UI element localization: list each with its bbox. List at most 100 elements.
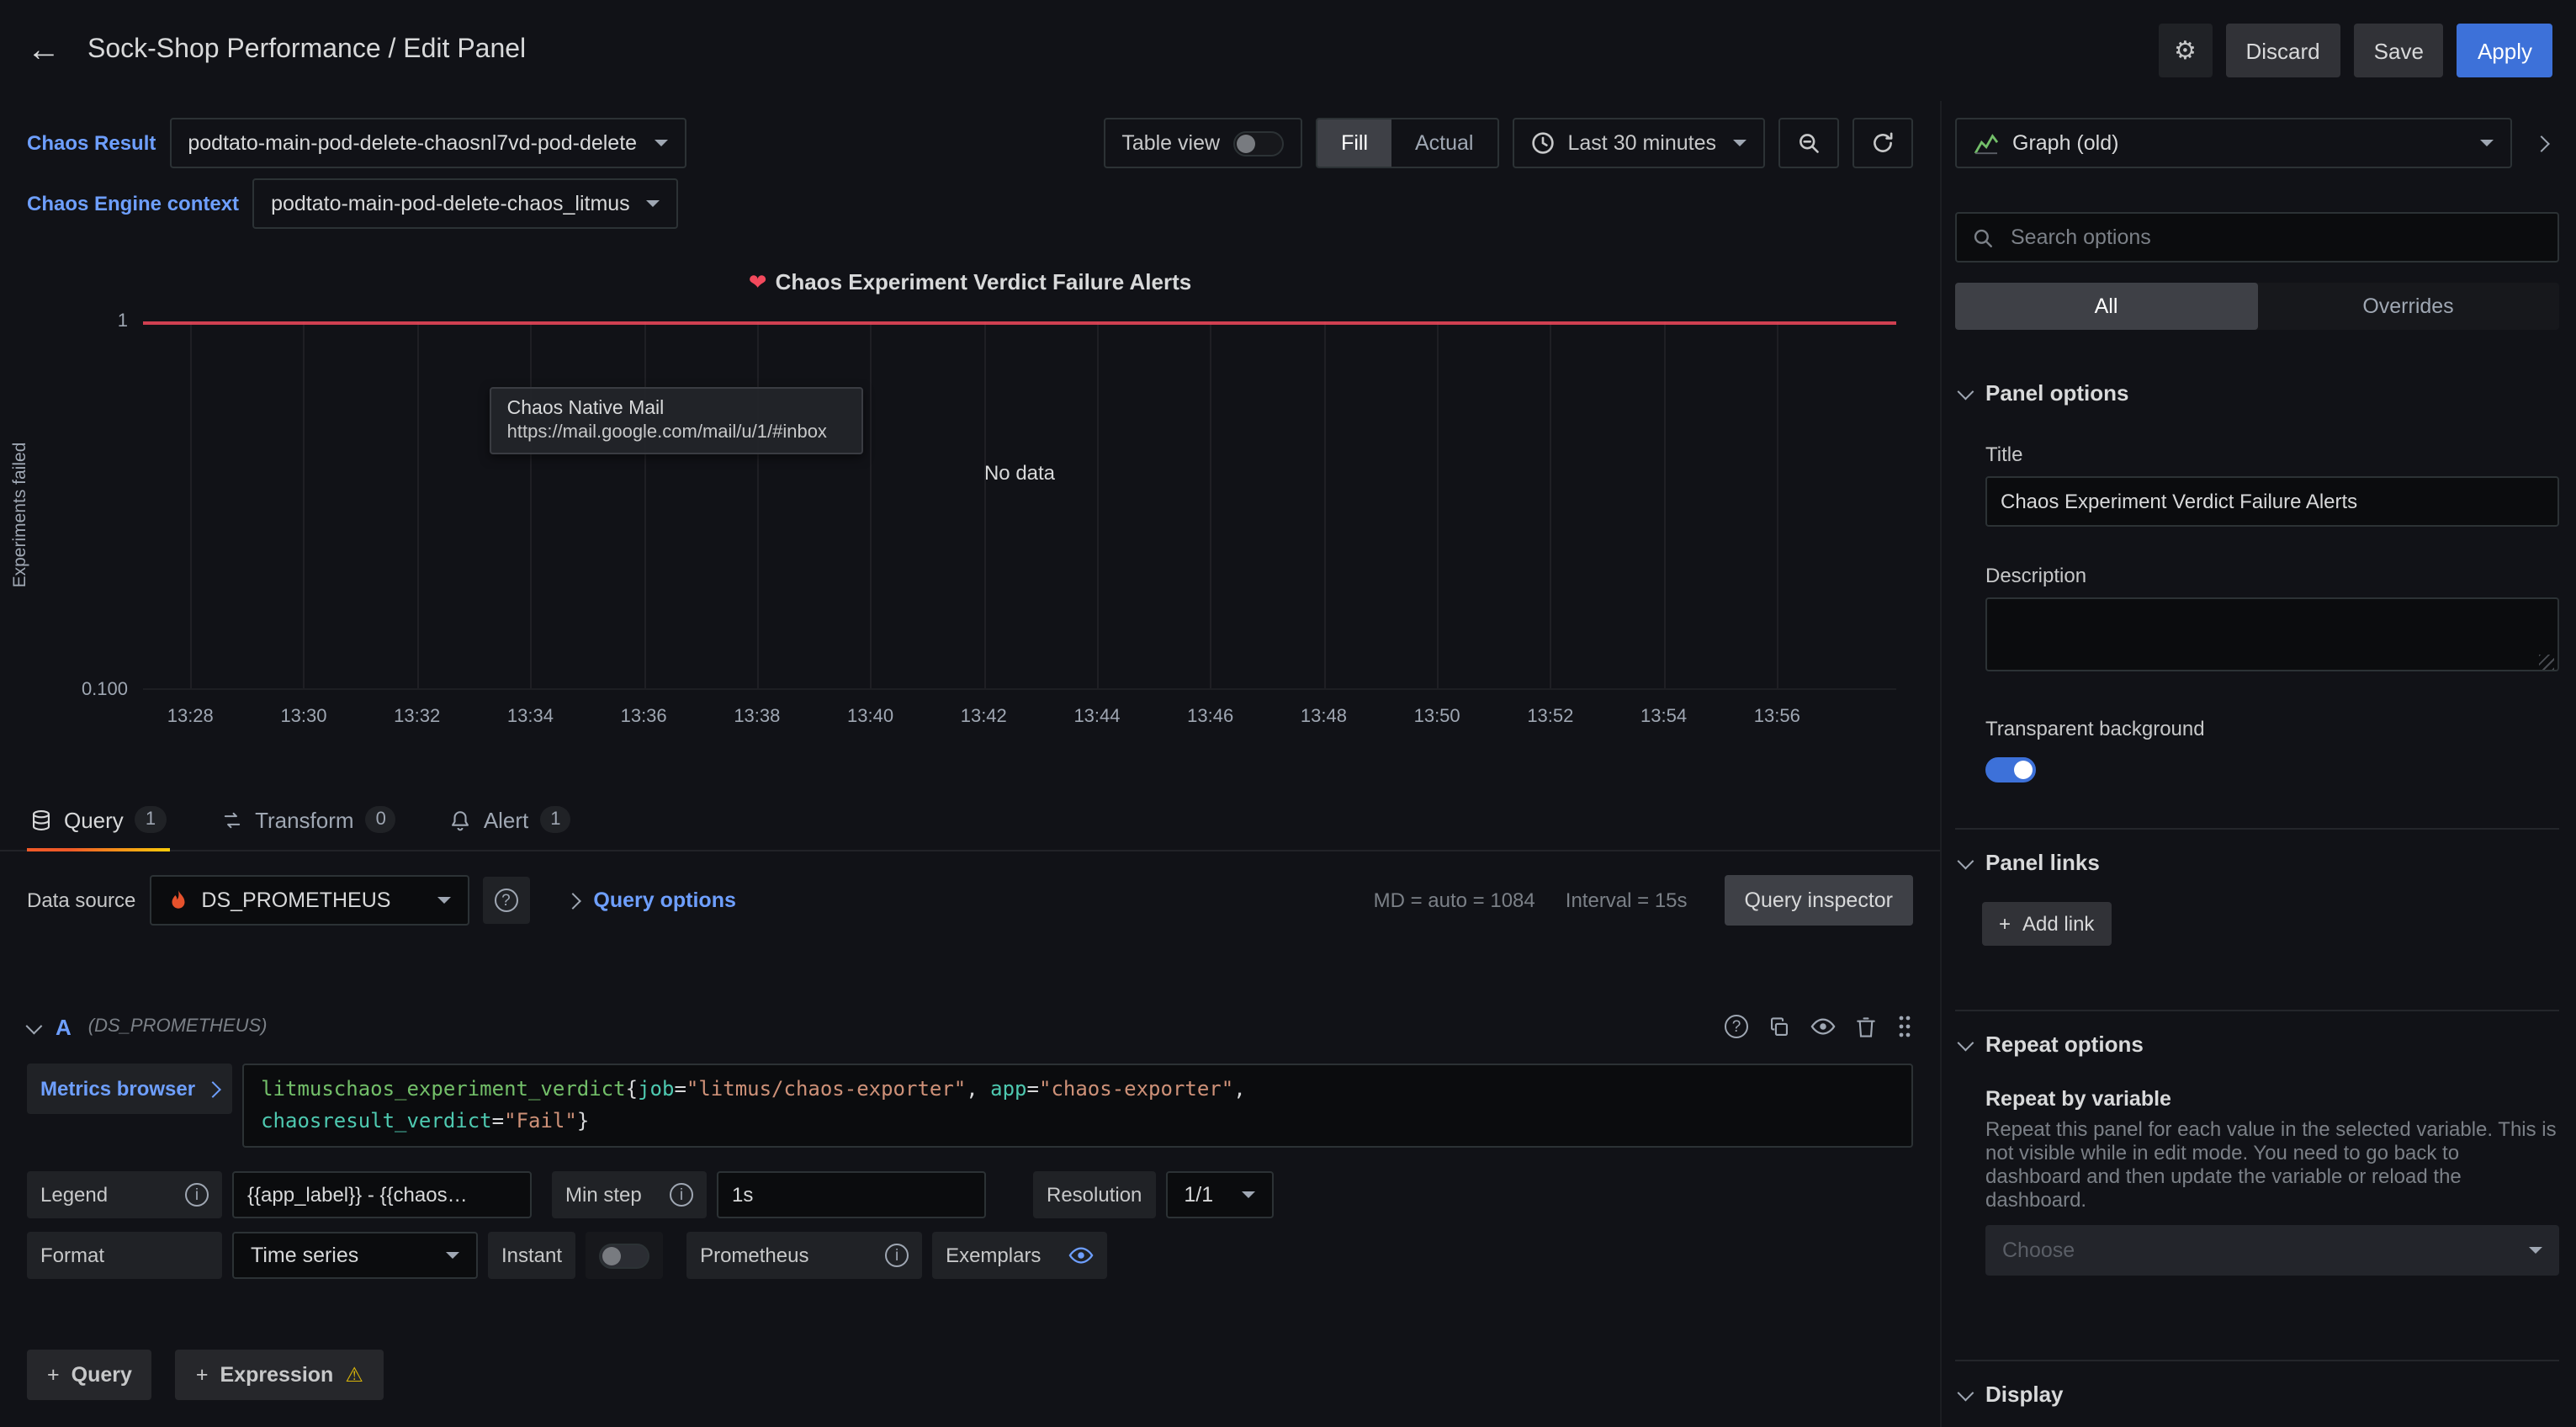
resolution-select[interactable]: 1/1 [1165,1172,1273,1219]
trash-icon[interactable] [1856,1016,1876,1037]
visualization-name: Graph (old) [2012,131,2118,155]
datasource-value: DS_PROMETHEUS [201,889,390,912]
metrics-browser-button[interactable]: Metrics browser [27,1064,232,1114]
y-axis-label: Experiments failed [10,397,30,633]
instant-label-chip: Instant [488,1233,575,1280]
back-arrow-icon[interactable]: ← [27,34,61,67]
prometheus-icon [167,889,188,912]
instant-toggle-box [586,1233,663,1280]
time-range-picker[interactable]: Last 30 minutes [1513,118,1766,168]
duplicate-icon[interactable] [1768,1016,1790,1037]
datasource-help-button[interactable]: ? [482,877,529,924]
query-expression[interactable]: litmuschaos_experiment_verdict{job="litm… [242,1064,1913,1148]
panel-settings-button[interactable]: ⚙ [2159,24,2213,77]
collapse-query-icon[interactable] [26,1017,43,1034]
variable-label: Chaos Engine context [27,192,239,215]
query-options-toggle[interactable]: Query options [566,889,735,912]
graph-viz-icon [1974,132,1999,154]
workspace: Chaos Result podtato-main-pod-delete-cha… [0,101,2576,1427]
heart-icon: ❤ [749,269,767,294]
chart-gridlines [143,321,1896,688]
plus-icon: + [196,1364,209,1387]
plot-area[interactable]: No data Chaos Native Mail https://mail.g… [143,321,1896,690]
instant-switch[interactable] [599,1244,649,1269]
preview-toolbar: Table view Fill Actual Last 30 minutes [1103,118,1913,168]
tab-count-badge: 1 [540,806,570,833]
gridline [644,321,645,688]
data-link-title[interactable]: Chaos Native Mail [507,399,847,419]
fill-segment[interactable]: Fill [1317,119,1391,167]
gridline [530,321,532,688]
discard-button[interactable]: Discard [2226,24,2340,77]
tab-all-options[interactable]: All [1955,283,2257,330]
panel-links-header[interactable]: Panel links [1955,843,2559,882]
zoom-out-button[interactable] [1778,118,1839,168]
table-view-toggle-box[interactable]: Table view [1103,118,1302,168]
resize-handle[interactable] [2539,655,2554,670]
gridline [983,321,985,688]
visualization-picker[interactable]: Graph (old) [1955,118,2512,168]
options-search[interactable] [1955,212,2559,263]
exemplars-chip[interactable]: Exemplars [932,1233,1107,1280]
x-axis-tick-label: 13:28 [167,707,214,727]
datasource-picker[interactable]: DS_PROMETHEUS [149,875,469,926]
tab-query[interactable]: Query 1 [27,796,169,850]
tab-label: Alert [484,807,528,832]
refresh-icon [1871,131,1895,155]
add-expression-button[interactable]: + Expression ⚠ [176,1350,384,1401]
add-link-button[interactable]: + Add link [1982,902,2111,946]
chevron-down-icon [1958,384,1974,401]
actual-segment[interactable]: Actual [1391,119,1497,167]
table-view-switch[interactable] [1233,130,1284,156]
tab-overrides[interactable]: Overrides [2257,283,2559,330]
refresh-button[interactable] [1852,118,1913,168]
tab-label: Query [64,807,124,832]
main-area: Chaos Result podtato-main-pod-delete-cha… [0,101,1942,1427]
data-link-url[interactable]: https://mail.google.com/mail/u/1/#inbox [507,422,847,443]
repeat-variable-select[interactable]: Choose [1985,1225,2559,1276]
format-select[interactable]: Time series [232,1233,478,1280]
variable-select-chaos-result[interactable]: podtato-main-pod-delete-chaosnl7vd-pod-d… [169,118,686,168]
add-expression-label: Expression [220,1364,334,1387]
apply-button[interactable]: Apply [2457,24,2552,77]
metrics-browser-label: Metrics browser [40,1077,195,1101]
max-datapoints-info: MD = auto = 1084 [1374,889,1535,912]
query-row-header: A (DS_PROMETHEUS) ? [27,1006,1913,1047]
tab-alert[interactable]: Alert 1 [447,796,575,850]
options-search-input[interactable] [2007,224,2542,251]
tab-transform[interactable]: Transform 0 [216,796,400,850]
add-query-button[interactable]: + Query [27,1350,152,1401]
tab-count-badge: 0 [366,806,396,833]
plus-icon: + [47,1364,60,1387]
resolution-value: 1/1 [1184,1184,1213,1207]
panel-title-input[interactable] [1985,476,2559,527]
submenu: Chaos Result podtato-main-pod-delete-cha… [0,101,1940,229]
save-button[interactable]: Save [2354,24,2444,77]
variable-select-chaos-engine-context[interactable]: podtato-main-pod-delete-chaos_litmus [252,178,679,229]
panel-options-header[interactable]: Panel options [1955,374,2559,412]
transform-icon [220,809,243,830]
editor-tabs: Query 1 Transform 0 Alert 1 [0,794,1940,851]
collapse-options-button[interactable] [2522,118,2559,168]
repeat-options-header[interactable]: Repeat options [1955,1025,2559,1064]
repeat-description: Repeat this panel for each value in the … [1985,1117,2559,1212]
hide-query-eye-icon[interactable] [1810,1016,1836,1037]
drag-handle-icon[interactable] [1896,1015,1913,1038]
min-step-input[interactable] [717,1172,986,1219]
gridline [190,321,192,688]
transparent-bg-switch[interactable] [1985,757,2036,782]
query-options-label: Query options [593,889,735,912]
description-field-label: Description [1985,564,2559,587]
chevron-down-icon [446,1253,459,1260]
gridline [304,321,305,688]
display-header[interactable]: Display [1955,1375,2559,1414]
exemplars-eye-icon [1068,1246,1094,1266]
query-inspector-button[interactable]: Query inspector [1725,875,1913,926]
chevron-right-icon [564,892,581,909]
x-axis-tick-label: 13:34 [507,707,554,727]
panel-description-textarea[interactable] [1985,597,2559,671]
x-axis-tick-label: 13:42 [961,707,1007,727]
add-link-label: Add link [2022,912,2094,936]
legend-input[interactable] [232,1172,532,1219]
query-help-icon[interactable]: ? [1725,1015,1748,1038]
